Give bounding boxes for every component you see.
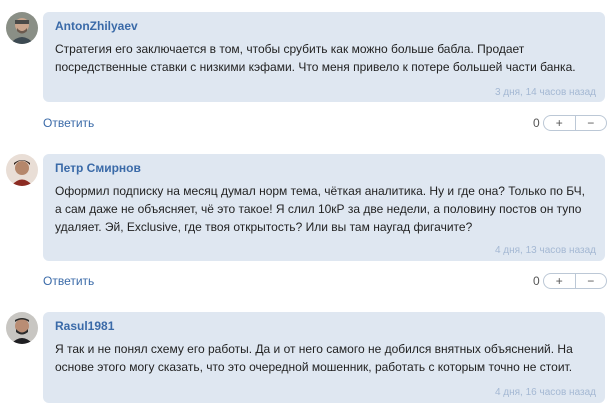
reply-button[interactable]: Ответить	[43, 274, 94, 288]
comment-author[interactable]: AntonZhilyaev	[55, 19, 593, 34]
comment-text: Оформил подписку на месяц думал норм тем…	[55, 184, 585, 234]
comment-author[interactable]: Петр Смирнов	[55, 161, 593, 176]
avatar[interactable]	[6, 12, 38, 44]
comment-timestamp: 3 дня, 14 часов назад	[494, 87, 596, 98]
comment-timestamp: 4 дня, 16 часов назад	[494, 387, 596, 398]
avatar[interactable]	[6, 154, 38, 186]
comment-text: Стратегия его заключается в том, чтобы с…	[55, 42, 576, 74]
vote-score: 0	[533, 116, 540, 130]
comment-bubble: Петр Смирнов Оформил подписку на месяц д…	[43, 154, 605, 261]
upvote-button[interactable]: +	[544, 116, 575, 130]
reply-button[interactable]: Ответить	[43, 116, 94, 130]
comment-timestamp: 4 дня, 13 часов назад	[494, 245, 596, 256]
comment-bubble: Rasul1981 Я так и не понял схему его раб…	[43, 312, 605, 403]
upvote-button[interactable]: +	[544, 274, 575, 288]
comment-bubble: AntonZhilyaev Стратегия его заключается …	[43, 12, 605, 102]
comment-author[interactable]: Rasul1981	[55, 319, 593, 334]
avatar[interactable]	[6, 312, 38, 344]
vote-control: + −	[543, 273, 607, 289]
vote-score: 0	[533, 274, 540, 288]
vote-control: + −	[543, 115, 607, 131]
comment-text: Я так и не понял схему его работы. Да и …	[55, 342, 573, 374]
downvote-button[interactable]: −	[576, 116, 607, 130]
downvote-button[interactable]: −	[576, 274, 607, 288]
